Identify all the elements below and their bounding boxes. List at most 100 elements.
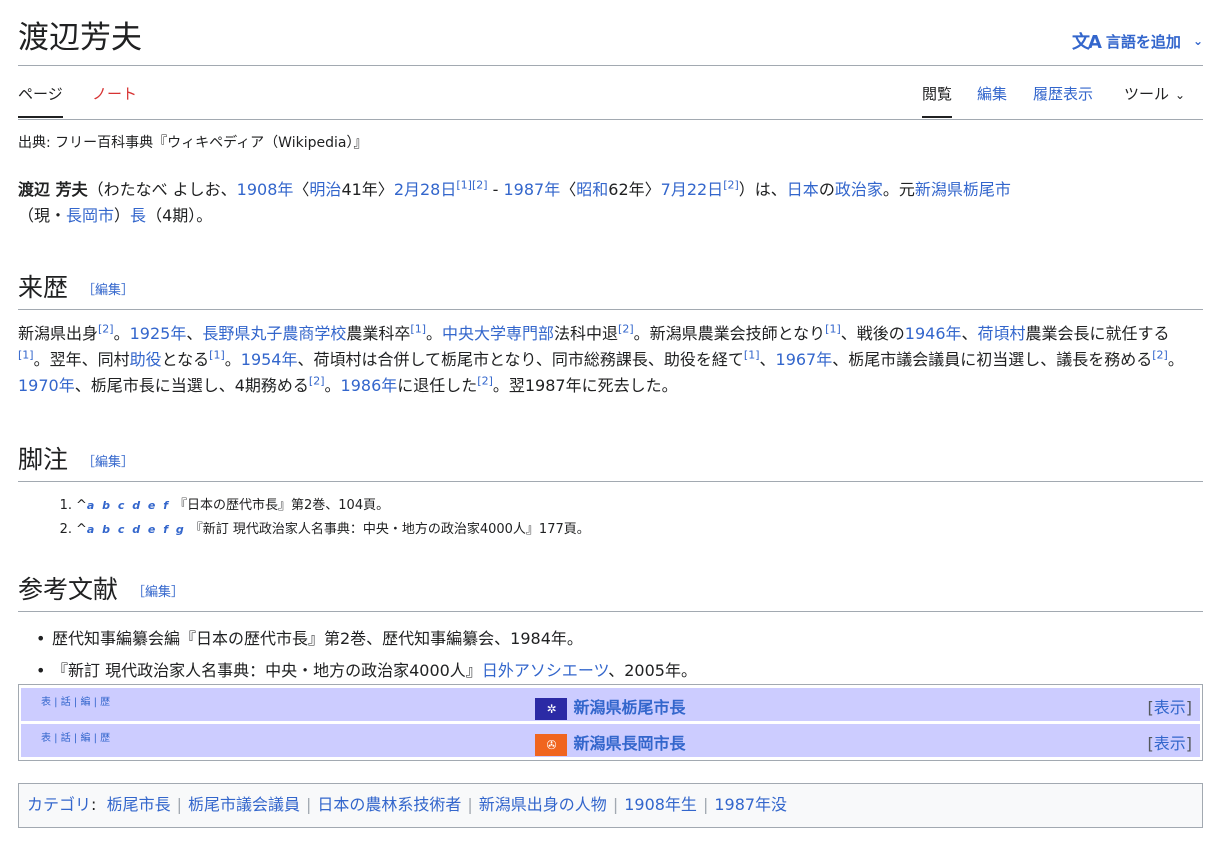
edit-section-link[interactable]: ［編集］ [82, 283, 134, 298]
chevron-down-icon: ⌄ [1192, 34, 1203, 48]
link-1987[interactable]: 1987年 [504, 180, 561, 199]
edit-section-link[interactable]: ［編集］ [132, 585, 184, 600]
ref-link[interactable]: [2] [98, 323, 114, 336]
tab-talk[interactable]: ノート [92, 84, 137, 104]
category-item[interactable]: 日本の農林系技術者 [317, 795, 461, 814]
bracket: ] [1185, 734, 1192, 753]
link-1986[interactable]: 1986年 [341, 376, 398, 395]
tab-history[interactable]: 履歴表示 [1033, 84, 1093, 104]
text: （わたなべ よしお、 [87, 180, 237, 199]
text: の [818, 180, 835, 199]
caret: ^ [76, 498, 87, 513]
link-meiji[interactable]: 明治 [309, 180, 341, 199]
add-language-button[interactable]: 文A 言語を追加 ⌄ [1072, 28, 1203, 54]
navbox-title: ✇ 新潟県長岡市長 [21, 730, 1200, 756]
category-item[interactable]: 新潟県出身の人物 [479, 795, 607, 814]
edit-section-link[interactable]: ［編集］ [82, 455, 134, 470]
link-school[interactable]: 長野県丸子農商学校 [202, 324, 346, 343]
link-politician[interactable]: 政治家 [835, 180, 883, 199]
link-1946[interactable]: 1946年 [905, 324, 962, 343]
ref-link[interactable]: [1] [209, 349, 225, 362]
text: 。新潟県農業会技師となり [633, 324, 826, 343]
ref-link[interactable]: [1] [410, 323, 426, 336]
ref-link[interactable]: [1] [456, 179, 472, 192]
title-bar: 渡辺芳夫 文A 言語を追加 ⌄ [18, 18, 1203, 66]
ref-link[interactable]: [2] [618, 323, 634, 336]
footnote-number: 1. [59, 498, 72, 513]
tab-page[interactable]: ページ [18, 84, 63, 118]
link-japan[interactable]: 日本 [787, 180, 819, 199]
navbox-title-link[interactable]: 新潟県長岡市長 [573, 734, 685, 753]
link-kake-village[interactable]: 荷頃村 [978, 324, 1026, 343]
text: 41年〉 [341, 180, 394, 199]
section-heading-references: 参考文献 ［編集］ [18, 574, 1203, 612]
reference-text: 、2005年。 [608, 661, 697, 680]
category-item[interactable]: 1908年生 [624, 795, 697, 814]
footnote-number: 2. [59, 522, 72, 537]
link-jul22[interactable]: 7月22日 [661, 180, 724, 199]
bracket: ] [1185, 698, 1192, 717]
footnote-text: 『新訂 現代政治家人名事典：中央・地方の政治家4000人』177頁。 [189, 522, 590, 537]
navbox-show-toggle[interactable]: [表示] [1147, 730, 1192, 754]
chevron-down-icon: ⌄ [1175, 88, 1186, 102]
divider: | [702, 795, 709, 814]
link-1967[interactable]: 1967年 [776, 350, 833, 369]
footnote-item: 1. ^ a b c d e f 『日本の歴代市長』第2巻、104頁。 [54, 494, 590, 518]
ref-link[interactable]: [1] [825, 323, 841, 336]
navbox-show-toggle[interactable]: [表示] [1147, 694, 1192, 718]
nagaoka-flag-icon: ✇ [535, 733, 568, 756]
page-title: 渡辺芳夫 [18, 20, 142, 56]
link-mayor[interactable]: 長 [130, 206, 146, 225]
text: 新潟県出身 [18, 324, 99, 343]
link-nagaoka-city[interactable]: 長岡市 [66, 206, 114, 225]
footnote-text: 『日本の歴代市長』第2巻、104頁。 [174, 498, 390, 513]
tab-edit[interactable]: 編集 [977, 84, 1007, 104]
text: 。 [426, 324, 443, 343]
tab-read[interactable]: 閲覧 [922, 84, 953, 118]
link-joyaku[interactable]: 助役 [130, 350, 162, 369]
link-1908[interactable]: 1908年 [237, 180, 294, 199]
text: 法科中退 [554, 324, 619, 343]
category-links: カテゴリ: 栃尾市長 | 栃尾市議会議員 | 日本の農林系技術者 | 新潟県出身の人物 | 19… [18, 783, 1203, 828]
text: ）は、 [738, 180, 787, 199]
link-showa[interactable]: 昭和 [576, 180, 608, 199]
ref-link[interactable]: [2] [723, 179, 739, 192]
category-item[interactable]: 1987年没 [714, 795, 787, 814]
edit-label: ［編集］ [132, 584, 185, 600]
edit-label: ［編集］ [82, 454, 135, 470]
navbox-title-link[interactable]: 新潟県栃尾市長 [573, 698, 685, 717]
text: 。 [1167, 350, 1184, 369]
ref-link[interactable]: [2] [477, 375, 493, 388]
text: 〈 [293, 180, 310, 199]
ref-link[interactable]: [2] [1152, 349, 1168, 362]
text: 、 [186, 324, 203, 343]
divider: | [612, 795, 619, 814]
link-chuo[interactable]: 中央大学専門部 [442, 324, 554, 343]
reference-item: 『新訂 現代政治家人名事典：中央・地方の政治家4000人』日外アソシエーツ、20… [36, 655, 697, 687]
text: （4期）。 [146, 206, 213, 225]
link-1925[interactable]: 1925年 [130, 324, 187, 343]
section-heading-notes: 脚注 ［編集］ [18, 444, 1203, 482]
category-item[interactable]: 栃尾市長 [107, 795, 171, 814]
link-1954[interactable]: 1954年 [241, 350, 298, 369]
ref-link[interactable]: [1] [744, 349, 760, 362]
section-title: 脚注 [18, 445, 69, 474]
link-1970[interactable]: 1970年 [18, 376, 75, 395]
link-tochio-city[interactable]: 新潟県栃尾市 [915, 180, 1011, 199]
navbox-tochio-mayors: 表 | 話 | 編 | 歴 ✲ 新潟県栃尾市長 [表示] [21, 688, 1200, 721]
link-publisher[interactable]: 日外アソシエーツ [482, 661, 608, 680]
ref-link[interactable]: [2] [472, 179, 488, 192]
text: 。元 [882, 180, 915, 199]
text: 、栃尾市議会議員に初当選し、議長を務める [832, 350, 1153, 369]
text: 。翌年、同村 [33, 350, 130, 369]
category-item[interactable]: 栃尾市議会議員 [188, 795, 300, 814]
ref-link[interactable]: [1] [18, 349, 34, 362]
navbox-nagaoka-mayors: 表 | 話 | 編 | 歴 ✇ 新潟県長岡市長 [表示] [21, 724, 1200, 757]
section-heading-history: 来歴 ［編集］ [18, 272, 1203, 310]
footnote-backlinks[interactable]: a b c d e f [87, 494, 170, 518]
footnote-backlinks[interactable]: a b c d e f g [87, 518, 186, 542]
categories-label-link[interactable]: カテゴリ [27, 795, 91, 814]
tab-tools[interactable]: ツール ⌄ [1124, 84, 1185, 105]
ref-link[interactable]: [2] [309, 375, 325, 388]
link-feb28[interactable]: 2月28日 [394, 180, 457, 199]
